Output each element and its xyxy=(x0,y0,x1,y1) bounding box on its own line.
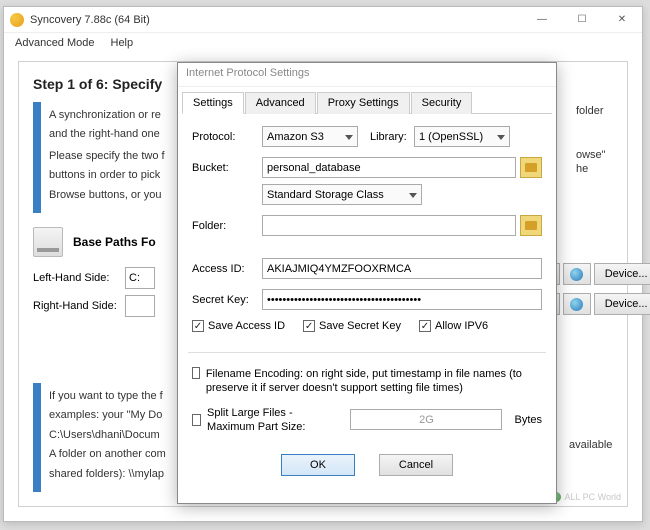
device-button-right[interactable]: Device... xyxy=(594,293,650,315)
split-large-checkbox[interactable] xyxy=(192,414,201,426)
left-side-input[interactable] xyxy=(125,267,155,289)
access-id-label: Access ID: xyxy=(192,263,262,275)
minimize-button[interactable]: — xyxy=(522,7,562,33)
internet-protocol-dialog: Internet Protocol Settings Settings Adva… xyxy=(177,62,557,504)
folder-input[interactable] xyxy=(262,215,516,236)
dialog-title: Internet Protocol Settings xyxy=(178,63,556,87)
watermark: ALL PC World xyxy=(551,492,621,502)
tab-strip: Settings Advanced Proxy Settings Securit… xyxy=(182,91,552,114)
tab-security[interactable]: Security xyxy=(411,92,473,114)
overflow-text: available xyxy=(569,439,612,451)
checkbox-icon xyxy=(192,367,200,379)
folder-browse-button[interactable] xyxy=(520,215,542,236)
overflow-text: owse" xyxy=(576,149,606,161)
split-large-files-row: Split Large Files - Maximum Part Size: B… xyxy=(192,406,542,435)
protocol-combo[interactable]: Amazon S3 xyxy=(262,126,358,147)
left-side-label: Left-Hand Side: xyxy=(33,272,125,284)
device-button-left[interactable]: Device... xyxy=(594,263,650,285)
checkbox-icon: ✓ xyxy=(303,320,315,332)
secret-key-label: Secret Key: xyxy=(192,294,262,306)
library-combo[interactable]: 1 (OpenSSL) xyxy=(414,126,510,147)
maximize-button[interactable]: ☐ xyxy=(562,7,602,33)
folder-icon xyxy=(525,163,537,172)
split-large-label: Split Large Files - Maximum Part Size: xyxy=(207,406,338,435)
secret-key-input[interactable] xyxy=(262,289,542,310)
app-icon xyxy=(10,13,24,27)
checkbox-icon: ✓ xyxy=(419,320,431,332)
tab-proxy[interactable]: Proxy Settings xyxy=(317,92,410,114)
tab-settings[interactable]: Settings xyxy=(182,92,244,114)
titlebar: Syncovery 7.88c (64 Bit) — ☐ ✕ xyxy=(4,7,642,33)
dialog-body: Protocol: Amazon S3 Library: 1 (OpenSSL)… xyxy=(178,114,556,488)
overflow-text: folder xyxy=(576,105,604,117)
split-size-input[interactable] xyxy=(350,409,502,430)
right-side-label: Right-Hand Side: xyxy=(33,300,125,312)
folder-label: Folder: xyxy=(192,220,262,232)
bytes-label: Bytes xyxy=(514,413,542,427)
menubar: Advanced Mode Help xyxy=(4,33,642,53)
bucket-label: Bucket: xyxy=(192,162,262,174)
protocol-label: Protocol: xyxy=(192,131,262,143)
menu-advanced-mode[interactable]: Advanced Mode xyxy=(7,35,103,51)
cancel-button[interactable]: Cancel xyxy=(379,454,453,476)
bucket-input[interactable] xyxy=(262,157,516,178)
bucket-browse-button[interactable] xyxy=(520,157,542,178)
globe-icon xyxy=(570,298,583,311)
folder-icon xyxy=(525,221,537,230)
globe-icon xyxy=(570,268,583,281)
window-title: Syncovery 7.88c (64 Bit) xyxy=(30,14,522,26)
watermark-text: ALL PC World xyxy=(564,492,621,502)
checkbox-icon: ✓ xyxy=(192,320,204,332)
allow-ipv6-checkbox[interactable]: ✓Allow IPV6 xyxy=(419,320,488,332)
tab-advanced[interactable]: Advanced xyxy=(245,92,316,114)
filename-encoding-checkbox[interactable]: Filename Encoding: on right side, put ti… xyxy=(192,367,542,396)
right-side-input[interactable] xyxy=(125,295,155,317)
drive-icon xyxy=(33,227,63,257)
base-paths-label: Base Paths Fo xyxy=(73,235,156,249)
library-label: Library: xyxy=(370,131,414,143)
close-button[interactable]: ✕ xyxy=(602,7,642,33)
save-secret-checkbox[interactable]: ✓Save Secret Key xyxy=(303,320,401,332)
internet-button-left[interactable] xyxy=(563,263,591,285)
internet-button-right[interactable] xyxy=(563,293,591,315)
overflow-text: he xyxy=(576,163,588,175)
ok-button[interactable]: OK xyxy=(281,454,355,476)
save-access-checkbox[interactable]: ✓Save Access ID xyxy=(192,320,285,332)
access-id-input[interactable] xyxy=(262,258,542,279)
separator xyxy=(188,352,546,353)
menu-help[interactable]: Help xyxy=(103,35,142,51)
storage-class-combo[interactable]: Standard Storage Class xyxy=(262,184,422,205)
